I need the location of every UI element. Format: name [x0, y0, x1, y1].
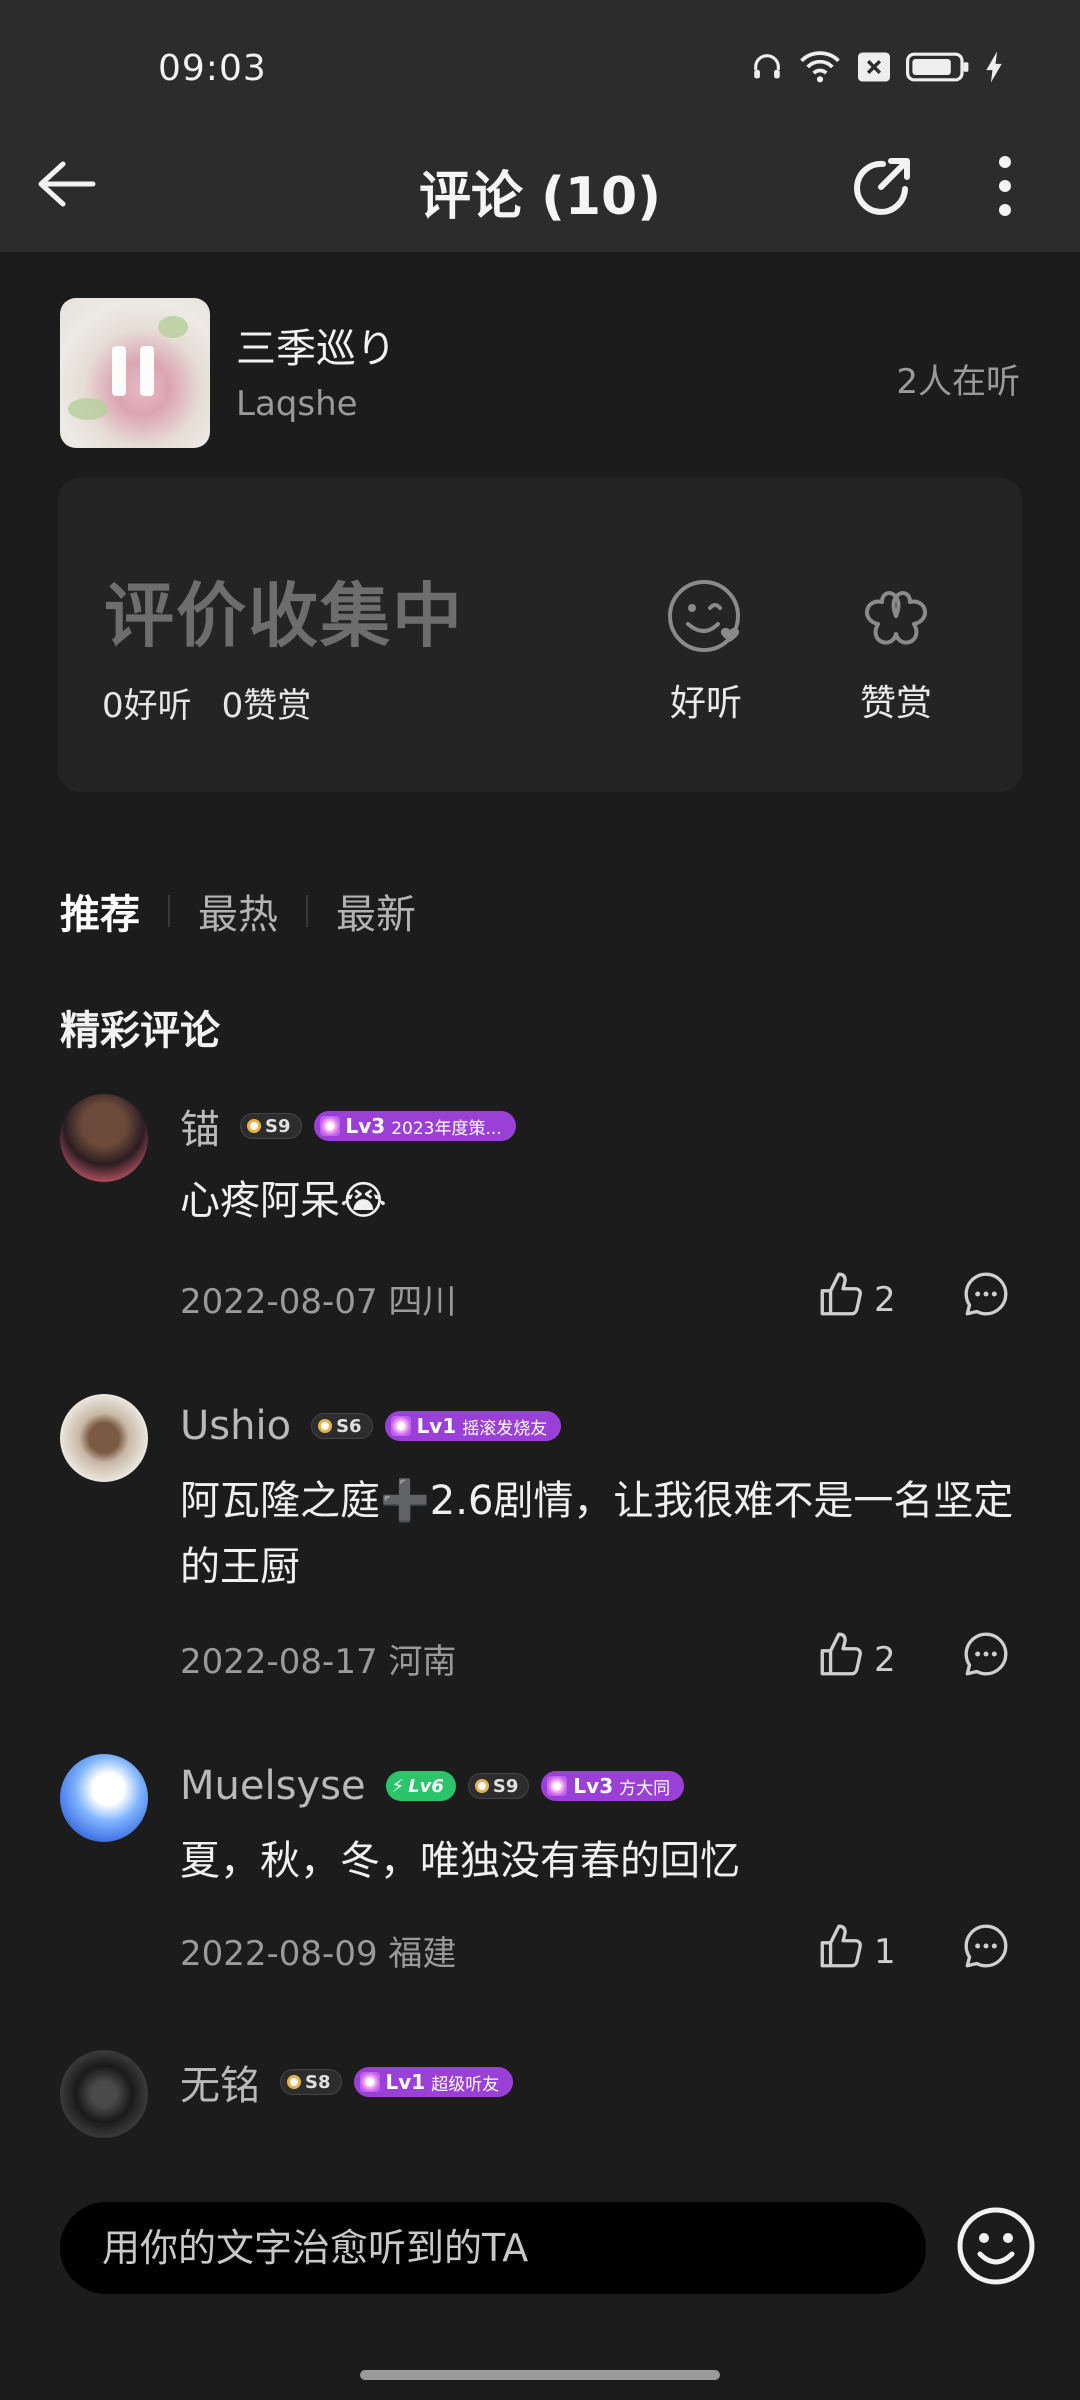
tab-newest[interactable]: 最新 — [336, 882, 416, 940]
more-vertical-icon — [997, 154, 1013, 222]
thumbs-up-icon — [816, 1922, 866, 1981]
comment-header: 无铭 S8 Lv1 超级听友 — [180, 2053, 514, 2111]
section-title: 精彩评论 — [60, 1008, 220, 1054]
comment-author[interactable]: Ushio — [180, 1403, 291, 1449]
sim-off-icon — [856, 51, 892, 83]
song-cover[interactable] — [60, 298, 210, 448]
good-listen-button[interactable]: 好听 — [636, 574, 776, 726]
reward-count: 0赞赏 — [221, 686, 312, 726]
tab-divider — [306, 895, 308, 927]
battery-icon — [906, 51, 970, 83]
comment-list[interactable]: 锚 S9 Lv3 2023年度策... 心疼阿呆😭 2022-08-07 四川 2… — [0, 1080, 1080, 2152]
tab-recommended[interactable]: 推荐 — [60, 882, 140, 940]
status-time: 09:03 — [158, 48, 267, 89]
level-badge[interactable]: Lv1 摇滚发烧友 — [384, 1411, 562, 1441]
top-area: 09:03 评论 (10) — [0, 0, 1080, 252]
comment-date-location: 2022-08-17 河南 — [180, 1642, 457, 1682]
rating-counts: 0好听 0赞赏 — [102, 678, 311, 727]
comment-text: 阿瓦隆之庭➕2.6剧情，让我很难不是一名坚定的王厨 — [180, 1478, 1014, 1590]
rating-card: 评价收集中 0好听 0赞赏 好听 赞赏 — [58, 478, 1022, 792]
like-button[interactable]: 1 — [816, 1922, 896, 1981]
wifi-icon — [798, 50, 842, 84]
comment-author[interactable]: 无铭 — [180, 2053, 260, 2111]
level-badge[interactable]: Lv1 超级听友 — [353, 2067, 514, 2097]
comment-item: Muelsyse ⚡ Lv6 S9 Lv3 方大同 夏，秋，冬，唯独没有春的回忆 2… — [0, 1740, 1080, 2036]
sort-tabs: 推荐 最热 最新 — [60, 882, 416, 940]
pause-icon[interactable] — [112, 346, 154, 396]
status-bar: 09:03 — [0, 0, 1080, 130]
comment-item: Ushio S6 Lv1 摇滚发烧友 阿瓦隆之庭➕2.6剧情，让我很难不是一名坚定… — [0, 1380, 1080, 1740]
status-icons — [750, 50, 1004, 84]
more-button[interactable] — [980, 150, 1030, 226]
avatar[interactable] — [60, 1094, 148, 1182]
s-level-badge[interactable]: S9 — [467, 1773, 530, 1799]
thumbs-up-icon — [816, 1270, 866, 1329]
share-icon — [849, 153, 915, 223]
charging-icon — [984, 50, 1004, 84]
home-indicator[interactable] — [360, 2370, 720, 2380]
headphones-icon — [750, 50, 784, 84]
emoji-button[interactable] — [956, 2206, 1036, 2290]
comment-author[interactable]: Muelsyse — [180, 1763, 366, 1809]
like-button[interactable]: 2 — [816, 1270, 896, 1329]
level-badge[interactable]: Lv3 方大同 — [541, 1771, 685, 1801]
emoji-smile-icon — [956, 2206, 1036, 2290]
level-badge[interactable]: Lv3 2023年度策... — [313, 1111, 516, 1141]
like-count: 1 — [874, 1931, 896, 1972]
avatar[interactable] — [60, 2050, 148, 2138]
clover-icon — [826, 574, 966, 662]
s-level-badge[interactable]: S8 — [280, 2069, 342, 2095]
comment-author[interactable]: 锚 — [180, 1097, 220, 1155]
s-level-badge[interactable]: S6 — [311, 1413, 373, 1439]
comment-header: Ushio S6 Lv1 摇滚发烧友 — [180, 1398, 562, 1454]
comment-bubble-icon — [961, 1921, 1011, 1975]
rating-status: 评价收集中 — [104, 575, 464, 657]
smile-heart-icon — [636, 574, 776, 662]
reply-button[interactable] — [960, 1270, 1012, 1322]
thumbs-up-icon — [816, 1630, 866, 1689]
avatar[interactable] — [60, 1754, 148, 1842]
song-title: 三季巡り — [236, 326, 396, 372]
like-count: 2 — [874, 1279, 896, 1320]
like-count: 2 — [874, 1639, 896, 1680]
good-listen-label: 好听 — [669, 683, 742, 724]
listening-count: 2人在听 — [896, 362, 1020, 402]
share-button[interactable] — [844, 150, 920, 226]
reward-button[interactable]: 赞赏 — [826, 574, 966, 726]
comment-text: 夏，秋，冬，唯独没有春的回忆 — [180, 1838, 740, 1884]
song-artist[interactable]: Laqshe — [236, 384, 358, 424]
reply-button[interactable] — [960, 1630, 1012, 1682]
tab-hottest[interactable]: 最热 — [198, 882, 278, 940]
comment-bubble-icon — [961, 1269, 1011, 1323]
app-bar: 评论 (10) — [0, 130, 1080, 252]
comment-date-location: 2022-08-09 福建 — [180, 1934, 457, 1974]
vip-badge[interactable]: ⚡ Lv6 — [385, 1771, 456, 1801]
comment-item: 锚 S9 Lv3 2023年度策... 心疼阿呆😭 2022-08-07 四川 2 — [0, 1080, 1080, 1380]
comment-date-location: 2022-08-07 四川 — [180, 1282, 457, 1322]
comment-text: 心疼阿呆😭 — [180, 1178, 387, 1224]
avatar[interactable] — [60, 1394, 148, 1482]
comment-item: 无铭 S8 Lv1 超级听友 — [0, 2036, 1080, 2152]
comment-input-bar — [0, 2152, 1080, 2400]
song-info[interactable]: 三季巡り Laqshe 2人在听 — [60, 298, 1020, 448]
cover-art-leaf — [158, 316, 188, 338]
reply-button[interactable] — [960, 1922, 1012, 1974]
cover-art-leaf — [68, 398, 108, 420]
comment-header: 锚 S9 Lv3 2023年度策... — [180, 1098, 516, 1154]
tab-divider — [168, 895, 170, 927]
s-level-badge[interactable]: S9 — [240, 1113, 302, 1139]
comment-header: Muelsyse ⚡ Lv6 S9 Lv3 方大同 — [180, 1758, 685, 1814]
comment-input[interactable] — [60, 2202, 926, 2294]
reward-label: 赞赏 — [859, 683, 932, 724]
good-count: 0好听 — [102, 686, 192, 726]
comment-bubble-icon — [961, 1629, 1011, 1683]
like-button[interactable]: 2 — [816, 1630, 896, 1689]
